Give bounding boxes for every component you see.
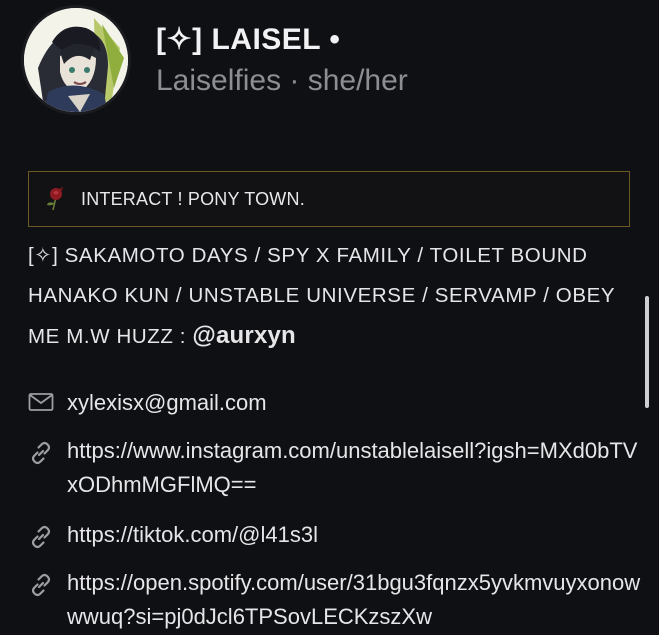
link-value: https://www.instagram.com/unstablelaisel… [67, 438, 638, 497]
profile-subtitle: Laiselfies · she/her [156, 64, 408, 97]
email-value: xylexisx@gmail.com [67, 390, 267, 415]
announcement-banner[interactable]: INTERACT ! PONY TOWN. [28, 171, 630, 227]
link-icon [28, 572, 54, 603]
mention-link[interactable]: @aurxyn [192, 322, 296, 349]
link-icon [28, 440, 54, 471]
avatar-image [24, 8, 128, 112]
bio-line-2: HANAKO KUN / UNSTABLE UNIVERSE / SERVAMP… [28, 284, 616, 307]
scrollbar[interactable] [645, 296, 649, 408]
link-value: https://tiktok.com/@l41s3l [67, 522, 318, 547]
banner-text: INTERACT ! PONY TOWN. [81, 189, 305, 209]
bio-line-3: ME M.W HUZZ : [28, 325, 193, 348]
bio-line-1: [✧] SAKAMOTO DAYS / SPY X FAMILY / TOILE… [28, 244, 588, 267]
link-value: https://open.spotify.com/user/31bgu3fqnz… [67, 570, 641, 629]
rose-icon [45, 187, 67, 216]
link-icon [28, 524, 54, 555]
profile-avatar[interactable] [24, 8, 128, 112]
bio-text: [✧] SAKAMOTO DAYS / SPY X FAMILY / TOILE… [28, 236, 638, 357]
mail-icon [28, 392, 54, 417]
profile-name: [✧] LAISEL • [156, 23, 341, 56]
